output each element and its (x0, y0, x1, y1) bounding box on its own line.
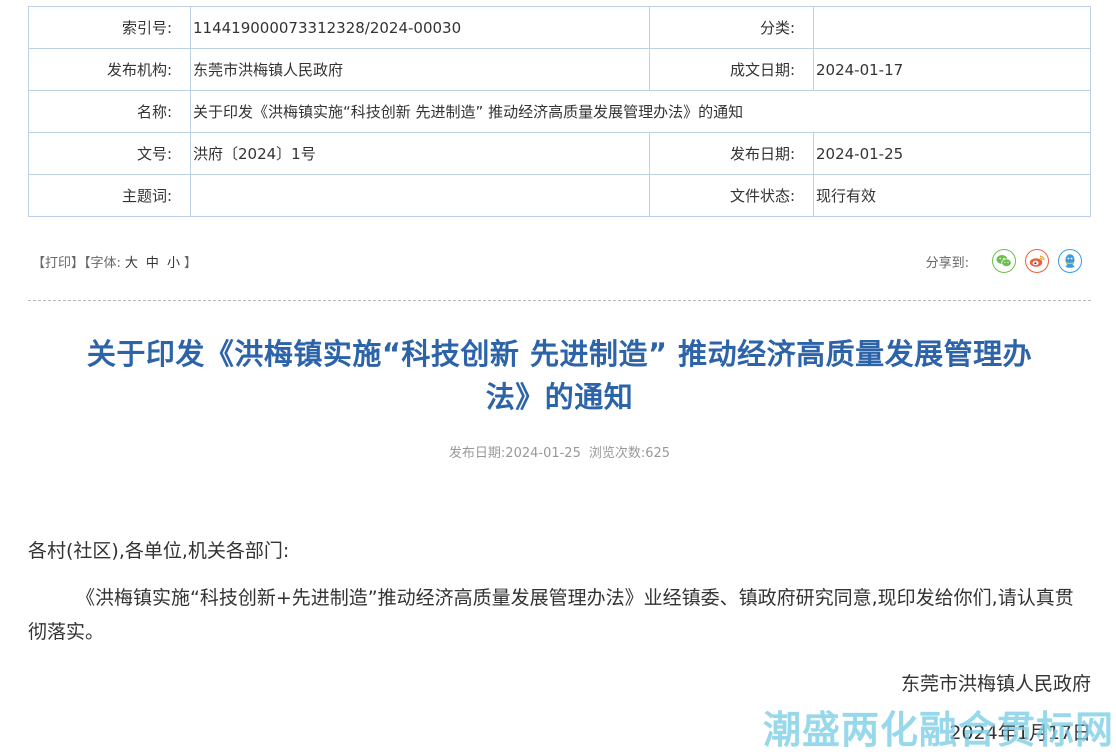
weibo-share-button[interactable] (1025, 249, 1049, 273)
publisher-label: 发布机构: (28, 48, 191, 91)
font-size-prefix: 【字体: (84, 256, 121, 271)
meta-row-keywords: 主题词: 文件状态: 现行有效 (28, 174, 1091, 217)
wechat-icon (996, 255, 1012, 268)
article-sign-date: 2024年1月17日 (949, 722, 1091, 744)
meta-row-name: 名称: 关于印发《洪梅镇实施“科技创新 先进制造” 推动经济高质量发展管理办法》… (28, 90, 1091, 133)
article-pub-date: 发布日期:2024-01-25 (448, 446, 581, 461)
article-paragraph: 《洪梅镇实施“科技创新+先进制造”推动经济高质量发展管理办法》业经镇委、镇政府研… (28, 587, 1074, 643)
article-salutation: 各村(社区),各单位,机关各部门: (28, 540, 290, 562)
index-value: 114419000073312328/2024-00030 (190, 6, 650, 49)
divider (28, 300, 1091, 301)
article-title: 关于印发《洪梅镇实施“科技创新 先进制造” 推动经济高质量发展管理办 法》的通知 (28, 333, 1091, 419)
font-size-large-link[interactable]: 大 (125, 256, 138, 271)
name-value: 关于印发《洪梅镇实施“科技创新 先进制造” 推动经济高质量发展管理办法》的通知 (190, 90, 1091, 133)
font-size-suffix: 】 (183, 256, 197, 271)
keywords-label: 主题词: (28, 174, 191, 217)
meta-row-publisher: 发布机构: 东莞市洪梅镇人民政府 成文日期: 2024-01-17 (28, 48, 1091, 91)
wechat-share-button[interactable] (992, 249, 1016, 273)
article-title-line-1: 关于印发《洪梅镇实施“科技创新 先进制造” 推动经济高质量发展管理办 (86, 337, 1033, 371)
font-size-small-link[interactable]: 小 (167, 256, 180, 271)
keywords-value (190, 174, 650, 217)
qq-icon (1065, 254, 1075, 268)
article-meta-line: 发布日期:2024-01-25 浏览次数:625 (28, 442, 1091, 461)
print-link[interactable]: 【打印】 (32, 256, 84, 271)
article-view-count: 浏览次数:625 (588, 446, 671, 461)
published-date-label: 发布日期: (649, 132, 814, 175)
status-value: 现行有效 (813, 174, 1091, 217)
share-label: 分享到: (925, 255, 969, 271)
docno-value: 洪府〔2024〕1号 (190, 132, 650, 175)
weibo-icon (1029, 255, 1045, 267)
meta-row-index: 索引号: 114419000073312328/2024-00030 分类: (28, 6, 1091, 49)
status-label: 文件状态: (649, 174, 814, 217)
name-label: 名称: (28, 90, 191, 133)
document-metadata-table: 索引号: 114419000073312328/2024-00030 分类: 发… (28, 6, 1091, 217)
share-bar: 分享到: (926, 246, 1082, 276)
publisher-value: 东莞市洪梅镇人民政府 (190, 48, 650, 91)
docno-label: 文号: (28, 132, 191, 175)
article-signature: 东莞市洪梅镇人民政府 (900, 673, 1091, 695)
font-size-medium-link[interactable]: 中 (146, 256, 159, 271)
article-toolbar: 【打印】【字体: 大中小】 (32, 252, 197, 271)
category-label: 分类: (649, 6, 814, 49)
qq-share-button[interactable] (1058, 249, 1082, 273)
article-title-line-2: 法》的通知 (485, 380, 634, 414)
category-value (813, 6, 1091, 49)
published-date-value: 2024-01-25 (813, 132, 1091, 175)
created-date-label: 成文日期: (649, 48, 814, 91)
meta-row-docno: 文号: 洪府〔2024〕1号 发布日期: 2024-01-25 (28, 132, 1091, 175)
index-label: 索引号: (28, 6, 191, 49)
created-date-value: 2024-01-17 (813, 48, 1091, 91)
